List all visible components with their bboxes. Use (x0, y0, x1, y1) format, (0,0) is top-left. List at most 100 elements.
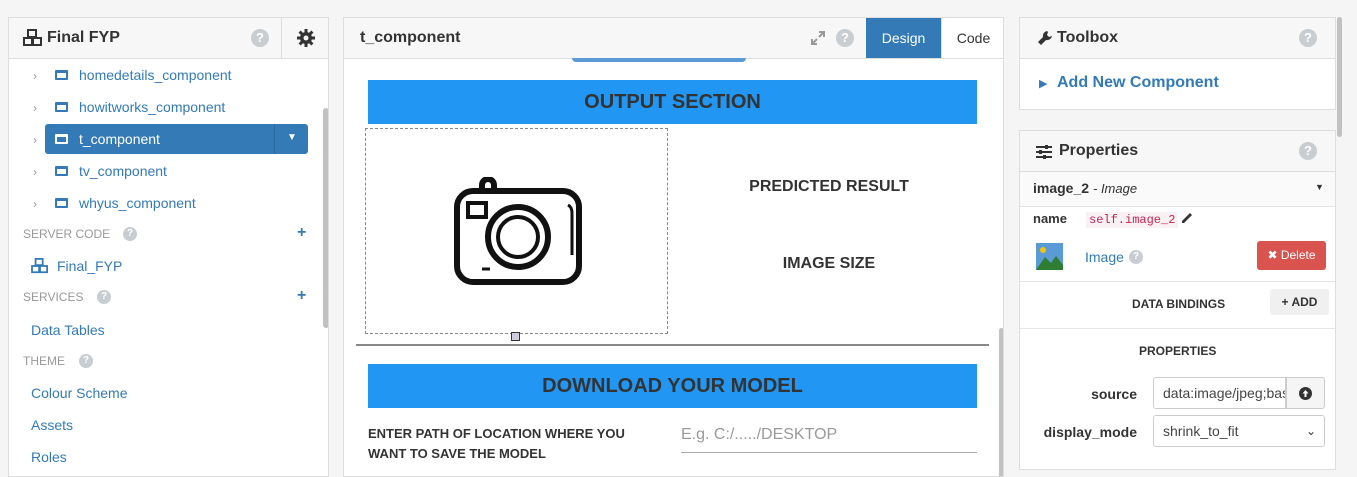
display-mode-label: display_mode (1043, 424, 1137, 440)
help-icon[interactable]: ? (1299, 142, 1317, 160)
tree-item-label: homedetails_component (79, 67, 232, 83)
caret-down-icon: ▼ (1315, 182, 1324, 192)
server-module-final-fyp[interactable]: Final_FYP (57, 258, 122, 274)
image-size-label: IMAGE SIZE (782, 255, 876, 272)
explorer-scrollbar[interactable] (323, 108, 328, 328)
right-scrollbar[interactable] (1337, 17, 1342, 137)
app-title: Final FYP (47, 29, 120, 46)
tab-code[interactable]: Code (941, 18, 1003, 58)
settings-button[interactable] (281, 18, 328, 58)
tab-design[interactable]: Design (866, 18, 941, 58)
help-icon[interactable]: ? (251, 29, 269, 47)
section-divider (356, 344, 989, 346)
caret-right-icon: ▶ (1039, 78, 1048, 90)
app-cubes-icon (23, 29, 42, 46)
help-icon[interactable]: ? (97, 290, 111, 304)
image-thumbnail-icon (1036, 243, 1063, 270)
wrench-icon (1038, 31, 1052, 45)
output-section-heading: OUTPUT SECTION (368, 80, 977, 124)
path-input[interactable]: E.g. C:/...../DESKTOP (681, 418, 977, 453)
image-type-link[interactable]: Image (1085, 249, 1124, 265)
pencil-icon[interactable] (1180, 211, 1194, 225)
component-name: image_2 (1033, 180, 1090, 196)
add-service-button[interactable]: + (297, 287, 306, 305)
tree-item-whyus[interactable]: › whyus_component (9, 188, 319, 218)
help-icon[interactable]: ? (836, 29, 854, 47)
name-value[interactable]: self.image_2 (1086, 212, 1179, 228)
delete-label: Delete (1280, 248, 1316, 262)
chevron-down-icon: ⌄ (1305, 424, 1316, 438)
caret-down-icon: ▼ (287, 132, 297, 143)
properties-title: Properties (1059, 142, 1139, 159)
designer-header: t_component ? Design Code (344, 18, 1003, 59)
properties-section-label: PROPERTIES (1139, 344, 1217, 358)
explorer-header: Final FYP ? (9, 18, 328, 59)
help-icon[interactable]: ? (1129, 250, 1143, 264)
sliders-icon (1036, 145, 1052, 159)
tree-item-tv[interactable]: › tv_component (9, 156, 319, 186)
predicted-result-label: PREDICTED RESULT (749, 178, 909, 195)
theme-assets[interactable]: Assets (31, 417, 73, 433)
path-label: ENTER PATH OF LOCATION WHERE YOU WANT TO… (368, 426, 625, 461)
image-component[interactable] (365, 128, 668, 334)
properties-panel: Properties ? image_2 - Image ▼ name self… (1019, 130, 1336, 470)
item-menu-button[interactable]: ▼ (274, 124, 309, 154)
partial-button[interactable] (572, 58, 746, 62)
service-data-tables[interactable]: Data Tables (31, 322, 105, 338)
tree-item-howitworks[interactable]: › howitworks_component (9, 92, 319, 122)
canvas-scrollbar[interactable] (999, 328, 1003, 476)
data-bindings-label: DATA BINDINGS (1132, 297, 1226, 311)
resize-handle[interactable] (511, 332, 520, 341)
component-selector[interactable]: image_2 - Image ▼ (1020, 172, 1335, 207)
add-new-component-link[interactable]: Add New Component (1057, 74, 1219, 92)
delete-button[interactable]: ✖ Delete (1257, 241, 1326, 270)
help-icon[interactable]: ? (123, 227, 137, 241)
form-icon (55, 134, 68, 144)
form-icon (55, 166, 68, 176)
expand-icon[interactable] (811, 31, 825, 45)
tree-item-label: whyus_component (79, 195, 196, 211)
design-canvas: OUTPUT SECTION PREDICTED RESULT IMAGE SI… (356, 66, 989, 476)
theme-heading: THEME (23, 354, 65, 368)
theme-colour-scheme[interactable]: Colour Scheme (31, 385, 128, 401)
toolbox-header: Toolbox ? (1020, 18, 1335, 59)
designer-panel: t_component ? Design Code OUTPUT SECTION… (343, 17, 1004, 477)
name-label: name (1033, 211, 1067, 226)
component-type: - Image (1093, 181, 1138, 196)
display-mode-select[interactable]: shrink_to_fit ⌄ (1153, 415, 1325, 447)
app-explorer-panel: Final FYP ? › homedetails_component › ho… (8, 17, 329, 477)
form-title: t_component (360, 29, 461, 46)
tree-item-t-component[interactable]: › t_component ▼ (9, 124, 319, 154)
tree-item-label: tv_component (79, 163, 167, 179)
server-cubes-icon (31, 258, 48, 274)
form-icon (55, 102, 68, 112)
chevron-right-icon[interactable]: › (33, 69, 37, 83)
gear-icon (297, 29, 315, 47)
help-icon[interactable]: ? (79, 354, 93, 368)
help-icon[interactable]: ? (1299, 29, 1317, 47)
theme-roles[interactable]: Roles (31, 449, 67, 465)
services-heading: SERVICES (23, 290, 84, 304)
tree-item-homedetails[interactable]: › homedetails_component (9, 60, 319, 90)
chevron-right-icon[interactable]: › (33, 165, 37, 179)
chevron-right-icon[interactable]: › (33, 197, 37, 211)
tree-item-label: t_component (79, 131, 160, 147)
display-mode-value: shrink_to_fit (1163, 423, 1239, 439)
add-binding-button[interactable]: + ADD (1270, 289, 1329, 315)
upload-icon (1299, 387, 1312, 400)
download-model-heading: DOWNLOAD YOUR MODEL (368, 364, 977, 408)
chevron-right-icon[interactable]: › (33, 133, 37, 147)
camera-icon (454, 177, 582, 285)
add-server-module-button[interactable]: + (297, 224, 306, 242)
toolbox-panel: Toolbox ? ▶ Add New Component (1019, 17, 1336, 110)
source-input[interactable]: data:image/jpeg;base64, (1153, 377, 1286, 409)
properties-header: Properties ? (1020, 131, 1335, 172)
form-icon (55, 70, 68, 80)
upload-button[interactable] (1286, 377, 1325, 409)
tree-item-label: howitworks_component (79, 99, 226, 115)
source-label: source (1091, 386, 1137, 402)
toolbox-title: Toolbox (1057, 29, 1119, 46)
server-code-heading: SERVER CODE (23, 227, 111, 241)
form-icon (55, 198, 68, 208)
chevron-right-icon[interactable]: › (33, 101, 37, 115)
